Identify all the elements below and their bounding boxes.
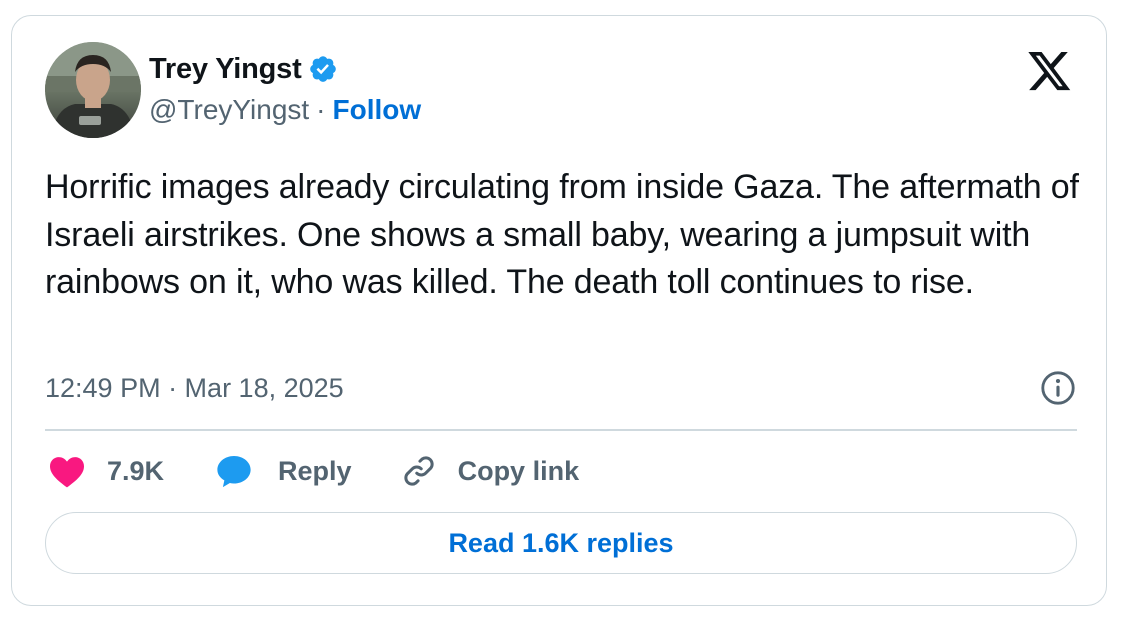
tweet-embed-card: Trey Yingst @TreyYingst · Follow Horrifi…: [11, 15, 1107, 606]
link-icon: [403, 456, 434, 486]
author-display-name[interactable]: Trey Yingst: [149, 53, 302, 86]
reply-label: Reply: [278, 455, 352, 486]
avatar[interactable]: [45, 42, 141, 138]
tweet-author: Trey Yingst @TreyYingst · Follow: [149, 50, 421, 130]
follow-button[interactable]: Follow: [333, 94, 422, 126]
separator-dot: ·: [316, 94, 326, 125]
like-button[interactable]: 7.9K: [48, 454, 164, 488]
info-icon[interactable]: [1039, 369, 1077, 407]
read-replies-button[interactable]: Read 1.6K replies: [45, 512, 1077, 574]
x-logo-icon[interactable]: [1028, 52, 1072, 92]
author-name-row: Trey Yingst: [149, 50, 421, 88]
avatar-photo: [45, 42, 141, 138]
tweet-actions: 7.9K Reply Copy link: [48, 448, 579, 494]
copy-link-button[interactable]: Copy link: [400, 452, 580, 490]
author-handle-row: @TreyYingst · Follow: [149, 90, 421, 130]
author-handle[interactable]: @TreyYingst: [149, 94, 309, 126]
tweet-timestamp[interactable]: 12:49 PM · Mar 18, 2025: [45, 373, 344, 404]
verified-badge-icon: [309, 56, 336, 82]
tweet-text: Horrific images already circulating from…: [45, 168, 1079, 301]
like-count: 7.9K: [107, 455, 165, 486]
tweet-meta-row: 12:49 PM · Mar 18, 2025: [45, 368, 1077, 408]
heart-icon: [50, 457, 84, 488]
speech-bubble-icon: [217, 455, 251, 488]
copy-link-label: Copy link: [457, 455, 580, 486]
divider: [45, 429, 1077, 431]
reply-button[interactable]: Reply: [214, 452, 352, 490]
